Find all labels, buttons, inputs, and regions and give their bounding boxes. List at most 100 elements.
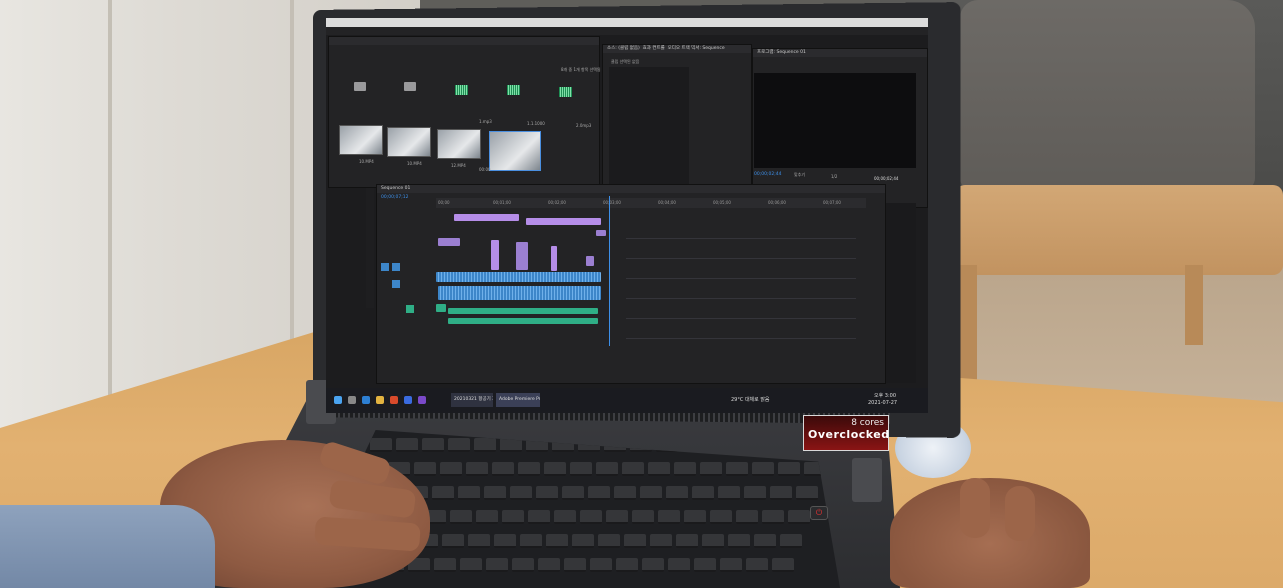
keyboard-key[interactable] (642, 558, 664, 572)
keyboard-key[interactable] (494, 534, 516, 548)
taskbar-app[interactable]: 20210321 항공기 자 (451, 393, 493, 407)
tab-effects[interactable]: 효과 컨트롤 (643, 46, 665, 51)
keyboard-key[interactable] (622, 462, 644, 476)
audio-clip[interactable] (438, 286, 601, 300)
video-clip[interactable] (551, 246, 557, 271)
keyboard-key[interactable] (536, 486, 558, 500)
folder-icon[interactable] (354, 82, 366, 91)
keyboard-key[interactable] (684, 510, 706, 524)
keyboard-key[interactable] (492, 462, 514, 476)
keyboard-key[interactable] (442, 534, 464, 548)
video-clip[interactable] (516, 242, 528, 270)
keyboard-key[interactable] (468, 534, 490, 548)
keyboard-key[interactable] (770, 486, 792, 500)
keyboard-key[interactable] (796, 486, 818, 500)
keyboard-key[interactable] (702, 534, 724, 548)
keyboard-key[interactable] (614, 486, 636, 500)
track-target-toggle[interactable] (392, 263, 400, 271)
keyboard-key[interactable] (676, 534, 698, 548)
video-clip[interactable] (454, 214, 519, 221)
keyboard-key[interactable] (544, 462, 566, 476)
audio-clip[interactable] (448, 308, 598, 314)
keyboard-key[interactable] (396, 438, 418, 452)
keyboard-key[interactable] (590, 558, 612, 572)
video-thumbnail[interactable] (387, 127, 431, 157)
keyboard-key[interactable] (640, 486, 662, 500)
keyboard-key[interactable] (466, 462, 488, 476)
keyboard-key[interactable] (518, 462, 540, 476)
audio-file-icon[interactable] (559, 87, 572, 97)
keyboard-key[interactable] (624, 534, 646, 548)
keyboard-key[interactable] (486, 558, 508, 572)
keyboard-key[interactable] (762, 510, 784, 524)
track-target-toggle[interactable] (406, 305, 414, 313)
keyboard-key[interactable] (570, 462, 592, 476)
keyboard-key[interactable] (788, 510, 810, 524)
keyboard-key[interactable] (502, 510, 524, 524)
keyboard-key[interactable] (746, 558, 768, 572)
app-icon[interactable] (404, 396, 412, 404)
keyboard-key[interactable] (718, 486, 740, 500)
keyboard-key[interactable] (440, 462, 462, 476)
premiere-icon[interactable] (418, 396, 426, 404)
video-clip[interactable] (526, 218, 601, 225)
keyboard-key[interactable] (460, 558, 482, 572)
keyboard-key[interactable] (780, 534, 802, 548)
keyboard-key[interactable] (458, 486, 480, 500)
app-icon[interactable] (390, 396, 398, 404)
keyboard-key[interactable] (432, 486, 454, 500)
track-target-toggle[interactable] (392, 280, 400, 288)
keyboard-key[interactable] (588, 486, 610, 500)
keyboard-key[interactable] (434, 558, 456, 572)
keyboard-key[interactable] (598, 534, 620, 548)
keyboard-key[interactable] (520, 534, 542, 548)
keyboard-key[interactable] (580, 510, 602, 524)
keyboard-key[interactable] (474, 438, 496, 452)
tab-source[interactable]: 소스: (클립 없음) (607, 46, 640, 51)
playhead[interactable] (609, 196, 610, 346)
video-thumbnail[interactable] (339, 125, 383, 155)
track-target-toggle[interactable] (381, 263, 389, 271)
keyboard-key[interactable] (668, 558, 690, 572)
weather-widget[interactable]: 29°C 대체로 맑음 (731, 396, 770, 403)
keyboard-key[interactable] (476, 510, 498, 524)
taskbar-app-active[interactable]: Adobe Premiere Pr (496, 393, 540, 407)
keyboard-key[interactable] (710, 510, 732, 524)
keyboard-key[interactable] (562, 486, 584, 500)
keyboard-key[interactable] (726, 462, 748, 476)
video-thumbnail-selected[interactable] (489, 131, 541, 171)
keyboard-key[interactable] (414, 462, 436, 476)
video-clip[interactable] (596, 230, 606, 236)
keyboard-key[interactable] (744, 486, 766, 500)
keyboard-key[interactable] (572, 534, 594, 548)
keyboard-key[interactable] (450, 510, 472, 524)
program-header[interactable]: 프로그램: Sequence 01 (753, 49, 927, 57)
edge-icon[interactable] (362, 396, 370, 404)
audio-clip[interactable] (436, 272, 601, 282)
clock-date[interactable]: 2021-07-27 (868, 400, 897, 406)
keyboard-key[interactable] (720, 558, 742, 572)
video-clip[interactable] (438, 238, 460, 246)
keyboard-key[interactable] (694, 558, 716, 572)
search-icon[interactable] (348, 396, 356, 404)
timeline-ruler[interactable]: 00;00 00;01;00 00;02;00 00;03;00 00;04;00 00;… (436, 198, 866, 208)
audio-file-icon[interactable] (455, 85, 468, 95)
keyboard-key[interactable] (616, 558, 638, 572)
keyboard-key[interactable] (564, 558, 586, 572)
timeline-tab[interactable]: Sequence 01 (377, 185, 885, 193)
explorer-icon[interactable] (376, 396, 384, 404)
start-icon[interactable] (334, 396, 342, 404)
clock-time[interactable]: 오후 3:00 (874, 392, 896, 399)
keyboard-key[interactable] (448, 438, 470, 452)
keyboard-key[interactable] (728, 534, 750, 548)
keyboard-key[interactable] (422, 438, 444, 452)
keyboard-key[interactable] (650, 534, 672, 548)
keyboard-key[interactable] (554, 510, 576, 524)
keyboard-key[interactable] (510, 486, 532, 500)
keyboard-key[interactable] (658, 510, 680, 524)
keyboard-key[interactable] (736, 510, 758, 524)
keyboard-key[interactable] (666, 486, 688, 500)
keyboard-key[interactable] (752, 462, 774, 476)
ratio-dropdown[interactable]: 1/2 (831, 174, 837, 179)
folder-icon[interactable] (404, 82, 416, 91)
